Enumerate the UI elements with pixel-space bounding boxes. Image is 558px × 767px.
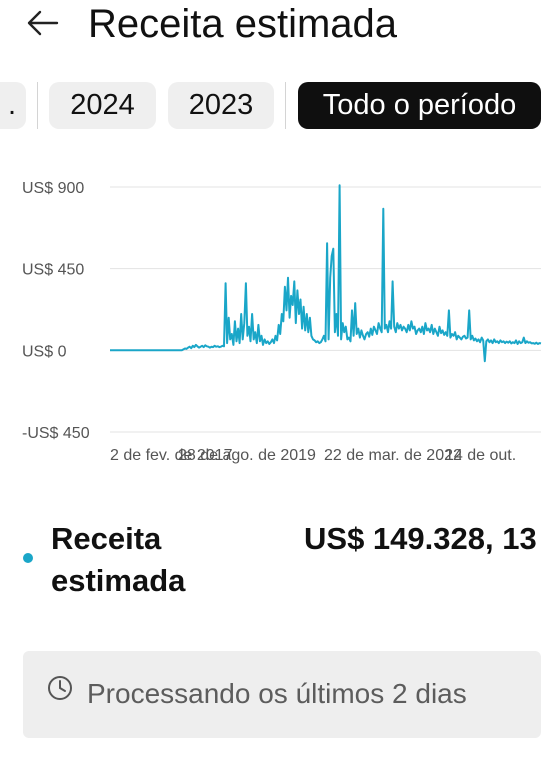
chip-divider (37, 82, 38, 129)
metric-label: Receita estimada (51, 521, 186, 598)
period-chip-2023[interactable]: 2023 (168, 82, 274, 129)
revenue-chart[interactable]: US$ 900 US$ 450 US$ 0 -US$ 450 2 de fev. de… (0, 170, 558, 470)
clock-icon (48, 676, 72, 700)
chip-divider (285, 82, 286, 129)
x-tick-label: 28 de ago. de 2019 (178, 447, 316, 464)
x-tick-label: 22 de mar. de 2022 (324, 447, 462, 464)
metric-value: US$ 149.328, 13 (304, 521, 537, 556)
y-tick-label: US$ 450 (22, 262, 84, 279)
y-tick-label: -US$ 450 (22, 425, 90, 442)
y-tick-label: US$ 900 (22, 180, 84, 197)
period-chip-partial[interactable]: . (0, 82, 26, 129)
metric-summary: Receita estimada US$ 149.328, 13 (20, 518, 550, 608)
period-chip-bar: . 2024 2023 Todo o período (0, 82, 558, 130)
page-title: Receita estimada (88, 2, 398, 46)
x-tick-label: 14 de out. (445, 447, 516, 464)
processing-notice-text: Processando os últimos 2 dias (87, 678, 467, 709)
processing-notice: Processando os últimos 2 dias (23, 651, 541, 738)
revenue-chart-svg: US$ 900US$ 450US$ 0-US$ 450 2 de fev. de… (22, 180, 542, 464)
series-legend-dot (23, 553, 33, 563)
period-chip-all-time[interactable]: Todo o período (298, 82, 541, 129)
y-tick-label: US$ 0 (22, 343, 67, 360)
arrow-left-icon (27, 10, 59, 36)
top-bar: Receita estimada (0, 0, 558, 60)
period-chip-2024[interactable]: 2024 (49, 82, 156, 129)
revenue-series-line (110, 184, 542, 363)
back-button[interactable] (24, 4, 62, 42)
